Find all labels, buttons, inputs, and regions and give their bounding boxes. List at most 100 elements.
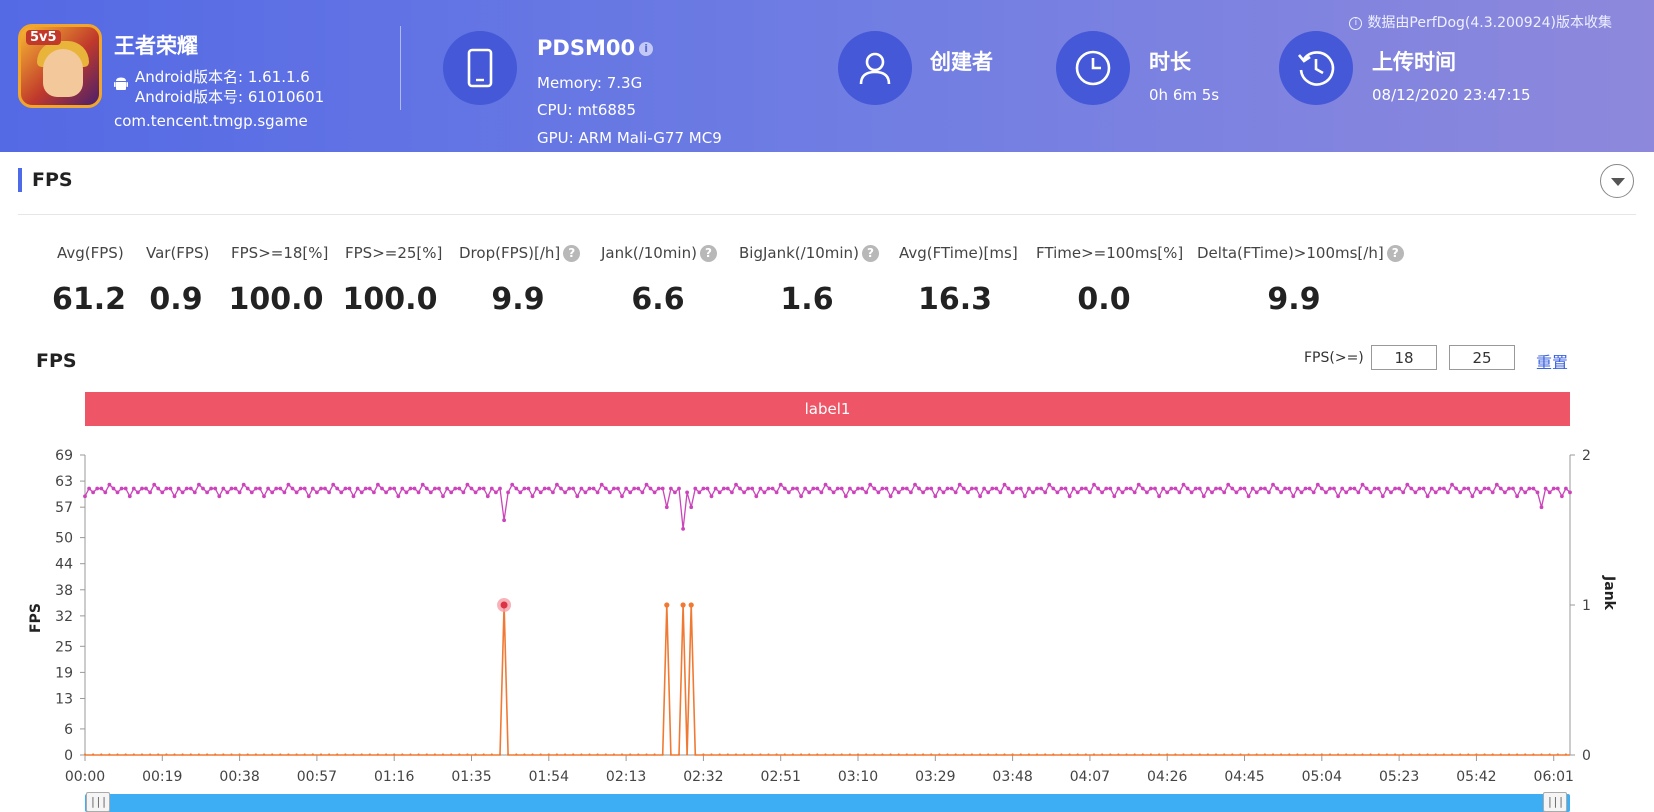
fps-point [1124, 486, 1129, 491]
fps-point [270, 490, 275, 495]
jank-point [1060, 753, 1063, 756]
jank-point [336, 753, 339, 756]
fps-point [1401, 490, 1406, 495]
fps-point [758, 486, 763, 491]
fps-point [1324, 490, 1328, 495]
jank-point [238, 753, 241, 756]
fps-point [1140, 486, 1145, 491]
y-tick-label: 50 [55, 531, 73, 547]
fps-point [1063, 486, 1068, 491]
fps-point [428, 490, 433, 495]
jank-point [1255, 753, 1258, 756]
jank-point [1133, 753, 1136, 756]
time-range-scrollbar[interactable] [85, 794, 1570, 812]
y-tick-label: 69 [55, 448, 73, 464]
fps-point [1478, 490, 1483, 495]
fps-point [331, 482, 336, 487]
jank-point [1402, 753, 1405, 756]
jank-point [271, 753, 274, 756]
fps-point [1234, 490, 1239, 495]
fps-point [469, 486, 474, 491]
fps-point [1352, 486, 1357, 491]
fps-point [339, 490, 344, 495]
fps-point [148, 490, 153, 495]
fps-point [1197, 486, 1202, 491]
jank-point [246, 753, 249, 756]
fps-point [603, 486, 608, 491]
jank-point [132, 753, 135, 756]
fps-point [99, 486, 104, 491]
fps-point [904, 486, 909, 491]
fps-point [217, 494, 222, 499]
fps-point [929, 486, 934, 491]
fps-point [648, 486, 653, 491]
jank-point [531, 753, 534, 756]
fps-point [945, 486, 950, 491]
jank-point [1312, 753, 1315, 756]
fps-point [367, 486, 372, 491]
fps-point [831, 490, 836, 495]
jank-point [425, 753, 428, 756]
fps-point [1230, 486, 1235, 491]
x-tick-label: 06:01 [1534, 769, 1574, 785]
fps-point [1568, 490, 1572, 495]
jank-point [1296, 753, 1299, 756]
fps-point [925, 486, 930, 491]
fps-point [1543, 486, 1548, 491]
fps-point [624, 486, 628, 491]
jank-point [1247, 753, 1250, 756]
jank-point [856, 753, 860, 756]
fps-point [465, 482, 470, 487]
jank-point [995, 753, 998, 756]
jank-point [1345, 753, 1348, 756]
jank-point [555, 753, 559, 756]
fps-point [1344, 490, 1349, 495]
fps-point [628, 490, 633, 495]
fps-point [1409, 486, 1414, 491]
fps-point [1385, 486, 1389, 491]
fps-point [884, 486, 889, 491]
fps-point [750, 486, 755, 491]
fps-point [449, 490, 454, 495]
fps-point [522, 486, 527, 491]
fps-point [612, 486, 616, 491]
fps-point [274, 486, 279, 491]
fps-point [994, 486, 999, 491]
fps-point [1450, 482, 1454, 487]
fps-point [1531, 486, 1536, 491]
jank-point [629, 753, 632, 756]
fps-point [481, 486, 486, 491]
fps-point [176, 486, 181, 491]
fps-point [376, 482, 380, 487]
fps-point [1226, 482, 1231, 487]
jank-point [303, 753, 306, 756]
fps-point [518, 490, 523, 495]
fps-point [709, 494, 714, 499]
fps-point [1429, 486, 1434, 491]
fps-point [1279, 490, 1283, 495]
fps-point [941, 490, 946, 495]
jank-point [1353, 753, 1356, 756]
x-tick-label: 03:10 [838, 769, 878, 785]
jank-point [572, 753, 575, 756]
fps-point [197, 482, 201, 487]
fps-point [1311, 490, 1316, 495]
scrollbar-left-handle[interactable]: ||| [86, 792, 110, 812]
fps-point [616, 486, 620, 491]
fps-point [441, 494, 445, 499]
scrollbar-right-handle[interactable]: ||| [1543, 792, 1567, 812]
fps-point [453, 486, 458, 491]
fps-point [205, 490, 210, 495]
fps-point [152, 482, 157, 487]
jank-point [368, 753, 371, 756]
jank-point [979, 753, 982, 756]
x-tick-label: 01:16 [374, 769, 414, 785]
fps-point [237, 490, 242, 495]
fps-point [323, 486, 327, 491]
jank-point [401, 753, 404, 756]
fps-point [766, 486, 771, 491]
fps-point [347, 486, 352, 491]
fps-point [1462, 486, 1467, 491]
fps-point [1336, 494, 1340, 499]
fps-point [1287, 486, 1292, 491]
